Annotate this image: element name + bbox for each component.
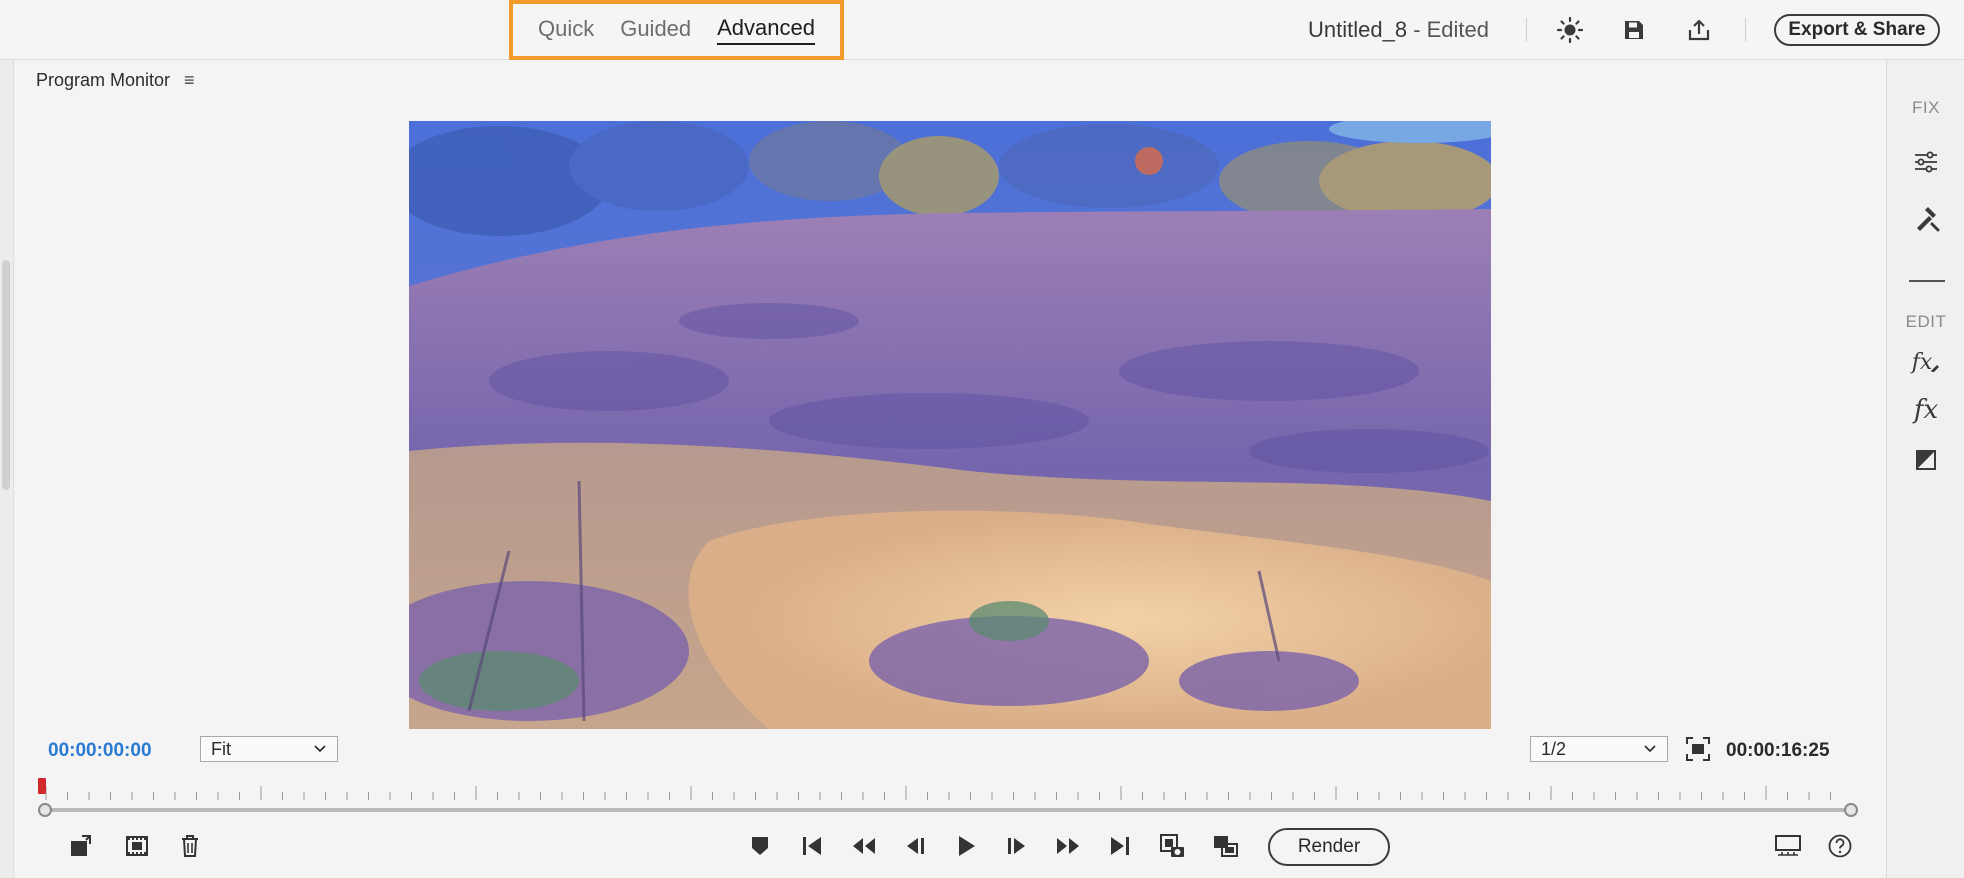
next-frame-icon[interactable] [1000,830,1032,862]
effects-label: fx [1913,395,1939,425]
film-frame-icon[interactable] [121,830,153,862]
previous-frame-icon[interactable] [900,830,932,862]
panel-header: Program Monitor ≡ [36,70,195,91]
app-window: Quick Guided Advanced Untitled_8 - Edite… [0,0,1964,878]
panel-menu-icon[interactable]: ≡ [184,70,195,91]
mode-tab-advanced[interactable]: Advanced [717,15,815,45]
panel-title: Program Monitor [36,70,171,90]
rotate-clip-icon[interactable] [66,830,98,862]
transport-controls: Render [16,826,1886,866]
document-title: Untitled_8 - Edited [1308,17,1489,43]
auto-fix-tools-icon[interactable] [1908,202,1944,238]
edit-section-label: EDIT [1905,312,1947,331]
resolution-dropdown[interactable]: 1/2 [1530,736,1668,762]
top-bar: Quick Guided Advanced Untitled_8 - Edite… [0,0,1964,60]
divider [1745,18,1746,42]
help-icon[interactable] [1824,830,1856,862]
section-divider [1909,280,1945,282]
resolution-value: 1/2 [1541,738,1567,759]
safe-margins-icon[interactable] [1210,830,1242,862]
play-icon[interactable] [950,830,982,862]
adjustments-sliders-icon[interactable] [1908,144,1944,180]
monitor-settings-icon[interactable] [1772,830,1804,862]
step-forward-icon[interactable] [1052,830,1084,862]
share-upload-icon[interactable] [1683,14,1715,46]
export-frame-icon[interactable] [1156,830,1188,862]
export-share-button[interactable]: Export & Share [1774,14,1940,46]
document-name: Untitled_8 [1308,17,1408,42]
go-to-end-icon[interactable] [1104,830,1136,862]
scrollbar-thumb[interactable] [2,260,10,490]
mode-tab-guided[interactable]: Guided [620,16,691,44]
applied-effects-label: fx [1911,349,1933,375]
fullscreen-icon[interactable] [1684,735,1712,763]
trash-icon[interactable] [174,830,206,862]
program-monitor-panel: Program Monitor ≡ 00:00:00:00 Fit 1/2 00… [16,62,1886,878]
zoom-fit-value: Fit [211,738,231,759]
right-tools-panel: FIX EDIT fx fx [1886,60,1964,878]
left-panel-scrollbar[interactable] [0,60,14,878]
current-timecode[interactable]: 00:00:00:00 [48,740,152,762]
video-preview[interactable] [409,121,1491,729]
effects-fx-icon[interactable]: fx [1908,392,1944,428]
applied-effects-icon[interactable]: fx [1908,344,1944,380]
brightness-icon[interactable] [1554,14,1586,46]
document-status: - Edited [1407,17,1490,42]
scrub-end-handle[interactable] [1844,803,1858,817]
playhead-marker[interactable] [38,778,46,794]
timeline-ruler[interactable] [38,778,1858,806]
fix-section-label: FIX [1912,98,1940,117]
add-marker-icon[interactable] [744,830,776,862]
mode-tab-quick[interactable]: Quick [538,16,594,44]
zoom-fit-dropdown[interactable]: Fit [200,736,338,762]
video-frame-image [409,121,1491,729]
divider [1526,18,1527,42]
go-to-start-icon[interactable] [796,830,828,862]
step-back-icon[interactable] [848,830,880,862]
mode-switcher: Quick Guided Advanced [509,0,844,60]
save-icon[interactable] [1618,14,1650,46]
chevron-down-icon [314,745,326,753]
transitions-icon[interactable] [1908,442,1944,478]
scrub-track[interactable] [46,808,1850,812]
chevron-down-icon [1644,745,1656,753]
scrub-bar[interactable] [38,803,1858,817]
render-button[interactable]: Render [1268,828,1390,866]
scrub-start-handle[interactable] [38,803,52,817]
duration-timecode: 00:00:16:25 [1726,740,1830,761]
